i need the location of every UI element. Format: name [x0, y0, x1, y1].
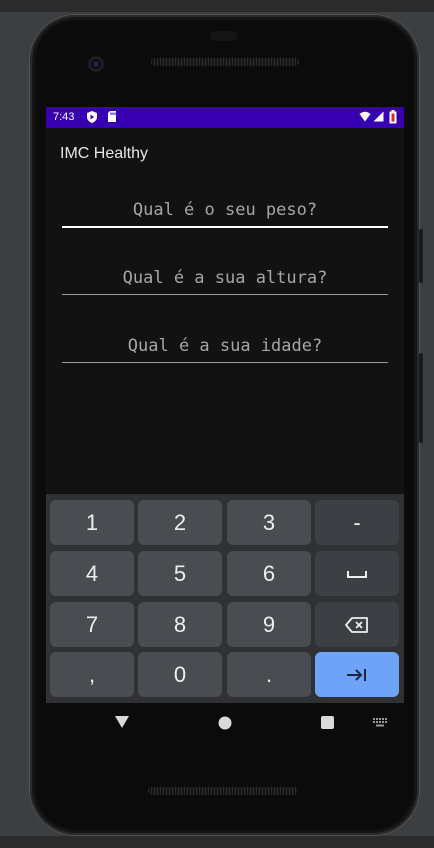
status-bar: 7:43: [46, 107, 404, 128]
app-title: IMC Healthy: [60, 145, 149, 162]
device-screen: 7:43 IMC Healthy Qual é o seu peso? Qual…: [46, 107, 404, 703]
weight-underline: [62, 226, 388, 228]
key-3[interactable]: 3: [227, 500, 311, 545]
key-comma[interactable]: ,: [50, 652, 134, 697]
weight-field[interactable]: [62, 195, 388, 228]
height-field[interactable]: [62, 263, 388, 295]
next-field-button[interactable]: [315, 652, 399, 697]
navigation-bar: [46, 703, 404, 743]
key-6[interactable]: 6: [227, 551, 311, 596]
volume-rocker: [419, 353, 423, 443]
key-minus[interactable]: -: [315, 500, 399, 545]
key-9[interactable]: 9: [227, 602, 311, 647]
height-underline: [62, 294, 388, 295]
power-button: [419, 229, 423, 283]
proximity-sensor: [210, 31, 238, 41]
key-backspace[interactable]: [315, 602, 399, 647]
cellular-signal-icon: [373, 111, 384, 122]
emulator-bottom-bar: [0, 836, 434, 848]
key-0[interactable]: 0: [138, 652, 222, 697]
key-space[interactable]: [315, 551, 399, 596]
numeric-keyboard: 1 2 3 - 4 5 6 7 8 9 , 0 .: [46, 494, 404, 703]
key-4[interactable]: 4: [50, 551, 134, 596]
back-icon[interactable]: [114, 715, 130, 729]
recents-icon[interactable]: [321, 716, 334, 729]
backspace-icon: [345, 616, 368, 633]
shield-icon: [87, 111, 97, 123]
weight-input[interactable]: [62, 195, 388, 225]
key-2[interactable]: 2: [138, 500, 222, 545]
space-bar-icon: [347, 570, 367, 578]
emulator-top-bar: [0, 0, 434, 12]
height-input[interactable]: [62, 263, 388, 293]
wifi-icon: [359, 111, 371, 122]
keyboard-switch-icon[interactable]: [373, 718, 387, 727]
battery-low-icon: [389, 110, 397, 124]
sd-card-icon: [108, 111, 116, 122]
status-time: 7:43: [53, 111, 75, 123]
age-field[interactable]: [62, 331, 388, 363]
front-camera-icon: [88, 56, 104, 72]
age-underline: [62, 362, 388, 363]
key-5[interactable]: 5: [138, 551, 222, 596]
key-1[interactable]: 1: [50, 500, 134, 545]
home-icon[interactable]: [218, 716, 232, 730]
top-speaker: [151, 58, 299, 66]
bottom-speaker: [148, 787, 298, 795]
key-8[interactable]: 8: [138, 602, 222, 647]
age-input[interactable]: [62, 331, 388, 361]
key-period[interactable]: .: [227, 652, 311, 697]
key-7[interactable]: 7: [50, 602, 134, 647]
tab-next-icon: [347, 668, 366, 681]
